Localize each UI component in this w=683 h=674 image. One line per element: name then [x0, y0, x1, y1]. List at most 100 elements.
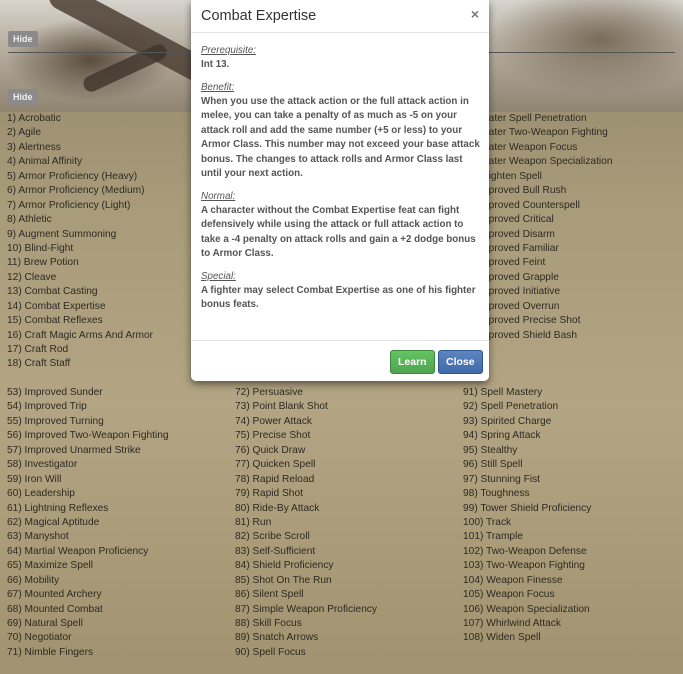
feat-list-item[interactable]: 84) Shield Proficiency	[235, 559, 377, 573]
feat-list-item[interactable]: 78) Rapid Reload	[235, 473, 377, 487]
feat-list-item[interactable]: 104) Weapon Finesse	[463, 574, 591, 588]
feat-list-item[interactable]: 17) Craft Rod	[7, 343, 153, 357]
feat-list-item[interactable]: 106) Weapon Specialization	[463, 603, 591, 617]
hide-button[interactable]: Hide	[8, 89, 38, 105]
feat-list-item[interactable]: nproved Precise Shot	[483, 314, 613, 328]
feat-list-item[interactable]: 93) Spirited Charge	[463, 415, 591, 429]
feat-list-item[interactable]: 61) Lightning Reflexes	[7, 502, 169, 516]
feat-list-item[interactable]: 73) Point Blank Shot	[235, 400, 377, 414]
feat-list-item[interactable]: 1) Acrobatic	[7, 112, 153, 126]
feat-list-item[interactable]: 60) Leadership	[7, 487, 169, 501]
feat-list-item[interactable]: 86) Silent Spell	[235, 588, 377, 602]
feat-list-item[interactable]: 101) Trample	[463, 530, 591, 544]
feat-list-item[interactable]: 62) Magical Aptitude	[7, 516, 169, 530]
feat-list-item[interactable]: 65) Maximize Spell	[7, 559, 169, 573]
feat-detail-modal: Combat Expertise × Prerequisite: Int 13.…	[191, 0, 489, 381]
feat-list-item[interactable]: 54) Improved Trip	[7, 400, 169, 414]
feat-list-item[interactable]: 56) Improved Two-Weapon Fighting	[7, 429, 169, 443]
feat-list-item[interactable]: 80) Ride-By Attack	[235, 502, 377, 516]
hide-button[interactable]: Hide	[8, 31, 38, 47]
feat-list-item[interactable]: nproved Shield Bash	[483, 329, 613, 343]
feat-list-item[interactable]: 75) Precise Shot	[235, 429, 377, 443]
feat-list-item[interactable]: 15) Combat Reflexes	[7, 314, 153, 328]
feat-list-item[interactable]: nproved Initiative	[483, 285, 613, 299]
feat-list-item[interactable]: 87) Simple Weapon Proficiency	[235, 603, 377, 617]
feat-list-item[interactable]: nproved Disarm	[483, 228, 613, 242]
feat-list-item[interactable]: 74) Power Attack	[235, 415, 377, 429]
feat-list-item[interactable]: 2) Agile	[7, 126, 153, 140]
feat-list-item[interactable]: 99) Tower Shield Proficiency	[463, 502, 591, 516]
feat-list-item[interactable]: 108) Widen Spell	[463, 631, 591, 645]
feat-list-item[interactable]: 5) Armor Proficiency (Heavy)	[7, 170, 153, 184]
feat-list-item[interactable]: 3) Alertness	[7, 141, 153, 155]
feat-list-item[interactable]: nproved Critical	[483, 213, 613, 227]
feat-list-item[interactable]: 14) Combat Expertise	[7, 300, 153, 314]
feat-list-item[interactable]: 8) Athletic	[7, 213, 153, 227]
feat-list-item[interactable]: eater Weapon Specialization	[483, 155, 613, 169]
feat-list-item[interactable]: nproved Grapple	[483, 271, 613, 285]
feat-list-item[interactable]: 90) Spell Focus	[235, 646, 377, 660]
feat-list-item[interactable]: 105) Weapon Focus	[463, 588, 591, 602]
feat-list-item[interactable]: 81) Run	[235, 516, 377, 530]
feat-list-item[interactable]: 85) Shot On The Run	[235, 574, 377, 588]
prerequisite-heading: Prerequisite:	[201, 45, 256, 56]
feat-list-item[interactable]: 100) Track	[463, 516, 591, 530]
feat-list-item[interactable]: 64) Martial Weapon Proficiency	[7, 545, 169, 559]
feat-list-item[interactable]: 92) Spell Penetration	[463, 400, 591, 414]
feat-list-item[interactable]: 70) Negotiator	[7, 631, 169, 645]
feat-list-item[interactable]: 98) Toughness	[463, 487, 591, 501]
feat-list-item[interactable]: eater Spell Penetration	[483, 112, 613, 126]
feat-list-item[interactable]: 79) Rapid Shot	[235, 487, 377, 501]
feat-list-item[interactable]: 9) Augment Summoning	[7, 228, 153, 242]
learn-button[interactable]: Learn	[390, 350, 435, 374]
feat-list-item[interactable]: 107) Whirlwind Attack	[463, 617, 591, 631]
feat-list-item[interactable]: nproved Familiar	[483, 242, 613, 256]
feat-list-item[interactable]: 102) Two-Weapon Defense	[463, 545, 591, 559]
benefit-text: When you use the attack action or the fu…	[201, 95, 480, 180]
feat-list-item[interactable]: 76) Quick Draw	[235, 444, 377, 458]
feat-list-item[interactable]: 6) Armor Proficiency (Medium)	[7, 184, 153, 198]
close-icon[interactable]: ×	[471, 6, 479, 22]
feat-list-item[interactable]: 94) Spring Attack	[463, 429, 591, 443]
feat-list-item[interactable]: nproved Bull Rush	[483, 184, 613, 198]
feat-list-item[interactable]: 95) Stealthy	[463, 444, 591, 458]
feat-list-item[interactable]: 53) Improved Sunder	[7, 386, 169, 400]
feat-list-item[interactable]: eater Two-Weapon Fighting	[483, 126, 613, 140]
feat-list-item[interactable]: 11) Brew Potion	[7, 256, 153, 270]
modal-header: Combat Expertise ×	[191, 0, 489, 33]
feat-list-item[interactable]: eater Weapon Focus	[483, 141, 613, 155]
feat-list-item[interactable]: 59) Iron Will	[7, 473, 169, 487]
feat-list-item[interactable]: 72) Persuasive	[235, 386, 377, 400]
feat-list-item[interactable]: 67) Mounted Archery	[7, 588, 169, 602]
feat-list-item[interactable]: 96) Still Spell	[463, 458, 591, 472]
feat-list-item[interactable]: 71) Nimble Fingers	[7, 646, 169, 660]
feat-list-item[interactable]: 12) Cleave	[7, 271, 153, 285]
feat-list-item[interactable]: 83) Self-Sufficient	[235, 545, 377, 559]
feat-list-item[interactable]: 91) Spell Mastery	[463, 386, 591, 400]
feat-list-item[interactable]: 10) Blind-Fight	[7, 242, 153, 256]
feat-list-item[interactable]: 57) Improved Unarmed Strike	[7, 444, 169, 458]
feat-list-item[interactable]: 97) Stunning Fist	[463, 473, 591, 487]
feat-list-item[interactable]: 4) Animal Affinity	[7, 155, 153, 169]
feat-list-item[interactable]: 66) Mobility	[7, 574, 169, 588]
feat-list-item[interactable]: 7) Armor Proficiency (Light)	[7, 199, 153, 213]
feat-list-item[interactable]: 16) Craft Magic Arms And Armor	[7, 329, 153, 343]
feat-list-item[interactable]: 82) Scribe Scroll	[235, 530, 377, 544]
feat-list-item[interactable]: 69) Natural Spell	[7, 617, 169, 631]
feat-list-item[interactable]: 13) Combat Casting	[7, 285, 153, 299]
special-text: A fighter may select Combat Expertise as…	[201, 284, 476, 311]
feat-list-item[interactable]: 88) Skill Focus	[235, 617, 377, 631]
feat-list-item[interactable]: nproved Overrun	[483, 300, 613, 314]
feat-list-item[interactable]: 63) Manyshot	[7, 530, 169, 544]
feat-list-item[interactable]: 103) Two-Weapon Fighting	[463, 559, 591, 573]
feat-list-item[interactable]: nproved Feint	[483, 256, 613, 270]
feat-list-item[interactable]: 58) Investigator	[7, 458, 169, 472]
feat-list-item[interactable]: 89) Snatch Arrows	[235, 631, 377, 645]
feat-list-item[interactable]: eighten Spell	[483, 170, 613, 184]
feat-list-item[interactable]: 77) Quicken Spell	[235, 458, 377, 472]
feat-list-item[interactable]: 18) Craft Staff	[7, 357, 153, 371]
feat-list-item[interactable]: 55) Improved Turning	[7, 415, 169, 429]
feat-list-item[interactable]: 68) Mounted Combat	[7, 603, 169, 617]
feat-list-item[interactable]: nproved Counterspell	[483, 199, 613, 213]
close-button[interactable]: Close	[438, 350, 483, 374]
